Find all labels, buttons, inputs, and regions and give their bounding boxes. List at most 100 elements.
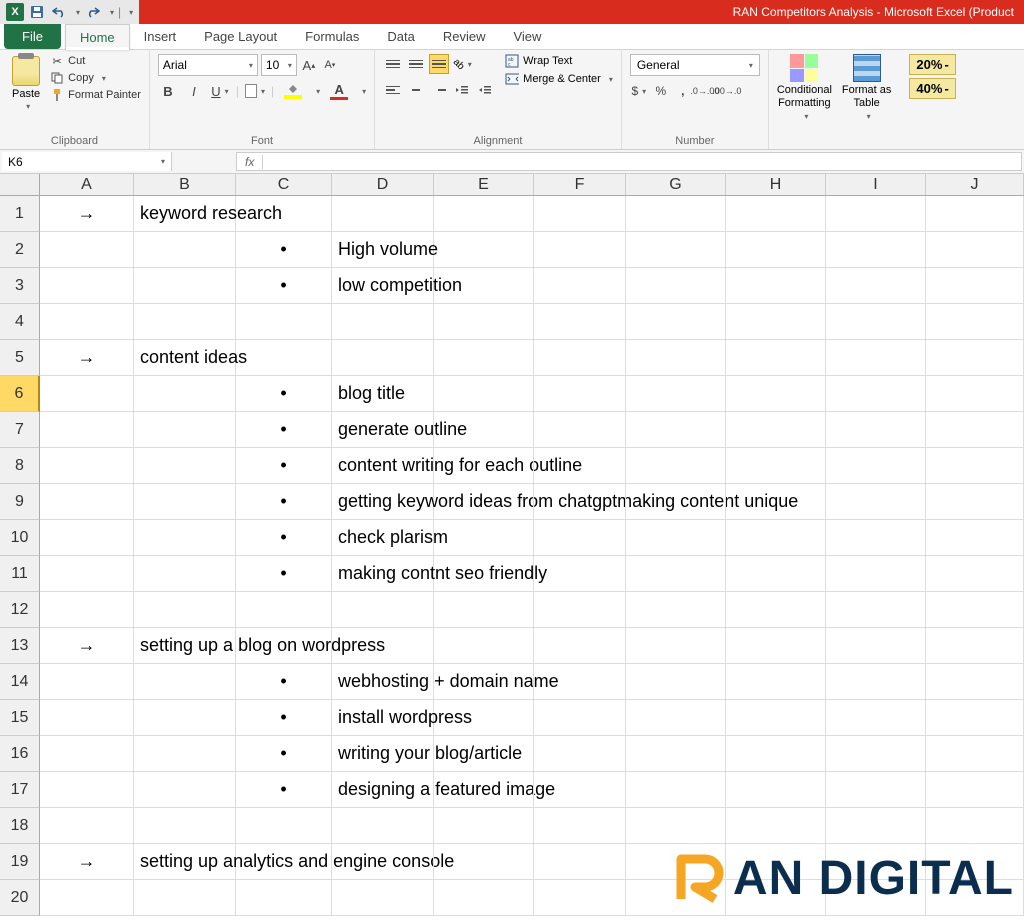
cell-G18[interactable] xyxy=(626,808,726,844)
cell-F14[interactable] xyxy=(534,664,626,700)
cell-B9[interactable] xyxy=(134,484,236,520)
format-as-table-button[interactable]: Format as Table▾ xyxy=(842,54,892,145)
cell-G7[interactable] xyxy=(626,412,726,448)
cell-G3[interactable] xyxy=(626,268,726,304)
cell-E4[interactable] xyxy=(434,304,534,340)
row-header-5[interactable]: 5 xyxy=(0,340,40,376)
cell-B14[interactable] xyxy=(134,664,236,700)
row-header-17[interactable]: 17 xyxy=(0,772,40,808)
cell-E2[interactable] xyxy=(434,232,534,268)
select-all-corner[interactable] xyxy=(0,174,40,195)
cell-B16[interactable] xyxy=(134,736,236,772)
cell-F6[interactable] xyxy=(534,376,626,412)
cell-D16[interactable]: writing your blog/article xyxy=(332,736,434,772)
decrease-indent-button[interactable] xyxy=(452,80,472,100)
cell-J9[interactable] xyxy=(926,484,1024,520)
cell-I14[interactable] xyxy=(826,664,926,700)
cell-J13[interactable] xyxy=(926,628,1024,664)
cell-A14[interactable] xyxy=(40,664,134,700)
cell-I13[interactable] xyxy=(826,628,926,664)
column-header-J[interactable]: J xyxy=(926,174,1024,195)
cell-D14[interactable]: webhosting + domain name xyxy=(332,664,434,700)
cell-C15[interactable]: • xyxy=(236,700,332,736)
cell-F3[interactable] xyxy=(534,268,626,304)
tab-view[interactable]: View xyxy=(499,24,555,49)
tab-page-layout[interactable]: Page Layout xyxy=(190,24,291,49)
column-header-C[interactable]: C xyxy=(236,174,332,195)
cell-J19[interactable] xyxy=(926,844,1024,880)
cell-D9[interactable]: getting keyword ideas from chatgptmaking… xyxy=(332,484,434,520)
cell-H12[interactable] xyxy=(726,592,826,628)
save-icon[interactable] xyxy=(28,3,46,21)
cell-A2[interactable] xyxy=(40,232,134,268)
cell-G15[interactable] xyxy=(626,700,726,736)
cell-C3[interactable]: • xyxy=(236,268,332,304)
cell-I12[interactable] xyxy=(826,592,926,628)
align-center-button[interactable] xyxy=(406,80,426,100)
cell-B4[interactable] xyxy=(134,304,236,340)
cell-A12[interactable] xyxy=(40,592,134,628)
cell-A15[interactable] xyxy=(40,700,134,736)
column-header-B[interactable]: B xyxy=(134,174,236,195)
cell-D3[interactable]: low competition xyxy=(332,268,434,304)
cell-B7[interactable] xyxy=(134,412,236,448)
italic-button[interactable]: I xyxy=(184,82,204,100)
decrease-decimal-button[interactable]: .00→.0 xyxy=(718,82,736,100)
row-header-6[interactable]: 6 xyxy=(0,376,40,412)
increase-decimal-button[interactable]: .0→.00 xyxy=(696,82,714,100)
cell-J15[interactable] xyxy=(926,700,1024,736)
underline-button[interactable]: U▾ xyxy=(210,82,230,100)
cell-G1[interactable] xyxy=(626,196,726,232)
row-header-7[interactable]: 7 xyxy=(0,412,40,448)
style-40pct-button[interactable]: 40% - xyxy=(909,78,955,99)
cell-H19[interactable] xyxy=(726,844,826,880)
cell-C4[interactable] xyxy=(236,304,332,340)
cell-A3[interactable] xyxy=(40,268,134,304)
cell-G12[interactable] xyxy=(626,592,726,628)
cell-D8[interactable]: content writing for each outline xyxy=(332,448,434,484)
cell-A10[interactable] xyxy=(40,520,134,556)
cell-E20[interactable] xyxy=(434,880,534,916)
tab-home[interactable]: Home xyxy=(65,24,130,50)
increase-indent-button[interactable] xyxy=(475,80,495,100)
cell-J10[interactable] xyxy=(926,520,1024,556)
cell-D4[interactable] xyxy=(332,304,434,340)
cell-D2[interactable]: High volume xyxy=(332,232,434,268)
cell-H11[interactable] xyxy=(726,556,826,592)
cell-C2[interactable]: • xyxy=(236,232,332,268)
cell-G19[interactable] xyxy=(626,844,726,880)
cell-C11[interactable]: • xyxy=(236,556,332,592)
row-header-19[interactable]: 19 xyxy=(0,844,40,880)
cell-F16[interactable] xyxy=(534,736,626,772)
cell-A18[interactable] xyxy=(40,808,134,844)
align-top-button[interactable] xyxy=(383,54,403,74)
merge-center-button[interactable]: Merge & Center▾ xyxy=(505,72,613,86)
borders-button[interactable]: ▾ xyxy=(245,82,265,100)
column-header-A[interactable]: A xyxy=(40,174,134,195)
format-painter-button[interactable]: Format Painter xyxy=(50,88,141,102)
cell-F4[interactable] xyxy=(534,304,626,340)
cell-D6[interactable]: blog title xyxy=(332,376,434,412)
cell-F5[interactable] xyxy=(534,340,626,376)
cell-F11[interactable] xyxy=(534,556,626,592)
font-color-button[interactable]: A xyxy=(326,82,352,100)
cell-J8[interactable] xyxy=(926,448,1024,484)
column-header-G[interactable]: G xyxy=(626,174,726,195)
fx-icon[interactable]: fx xyxy=(237,155,263,169)
cell-G17[interactable] xyxy=(626,772,726,808)
cell-C14[interactable]: • xyxy=(236,664,332,700)
cell-F18[interactable] xyxy=(534,808,626,844)
cell-H3[interactable] xyxy=(726,268,826,304)
cell-H18[interactable] xyxy=(726,808,826,844)
cell-A1[interactable]: → xyxy=(40,196,134,232)
row-header-16[interactable]: 16 xyxy=(0,736,40,772)
cell-H9[interactable] xyxy=(726,484,826,520)
cell-I5[interactable] xyxy=(826,340,926,376)
undo-icon[interactable] xyxy=(50,3,68,21)
cell-E12[interactable] xyxy=(434,592,534,628)
tab-file[interactable]: File xyxy=(4,24,61,49)
row-header-20[interactable]: 20 xyxy=(0,880,40,916)
cell-H7[interactable] xyxy=(726,412,826,448)
style-20pct-button[interactable]: 20% - xyxy=(909,54,955,75)
cell-F17[interactable] xyxy=(534,772,626,808)
